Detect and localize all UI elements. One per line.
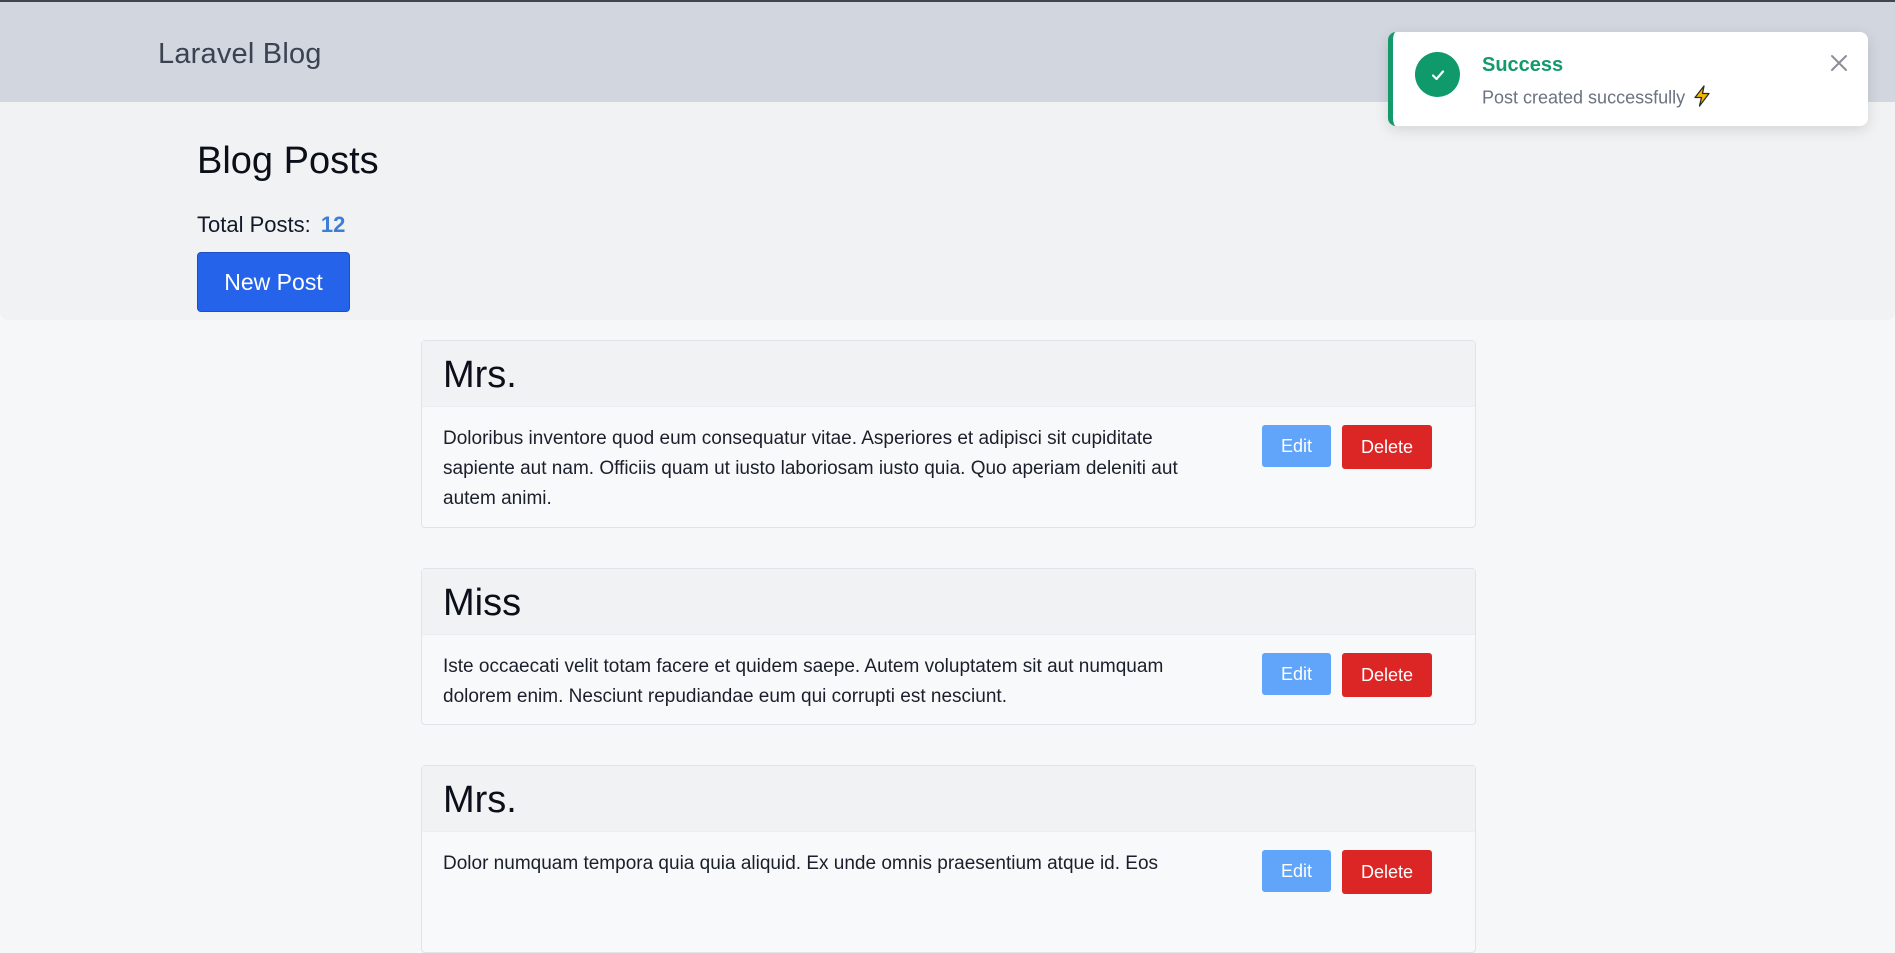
post-header: Miss (422, 569, 1475, 635)
post-title: Miss (443, 582, 522, 624)
edit-button[interactable]: Edit (1262, 653, 1331, 695)
post-header: Mrs. (422, 341, 1475, 407)
post-card: Miss Iste occaecati velit totam facere e… (421, 568, 1476, 725)
post-text: Iste occaecati velit totam facere et qui… (443, 656, 1164, 707)
post-body: Iste occaecati velit totam facere et qui… (422, 635, 1475, 722)
post-body: Dolor numquam tempora quia quia aliquid.… (422, 832, 1475, 894)
post-card: Mrs. Doloribus inventore quod eum conseq… (421, 340, 1476, 528)
post-body: Doloribus inventore quod eum consequatur… (422, 407, 1475, 524)
total-posts-count: 12 (320, 212, 346, 237)
toast-message-text: Post created successfully (1482, 87, 1686, 108)
delete-button[interactable]: Delete (1342, 653, 1432, 697)
post-text: Doloribus inventore quod eum consequatur… (443, 428, 1178, 509)
new-post-button[interactable]: New Post (197, 252, 350, 312)
post-title: Mrs. (443, 354, 517, 396)
total-posts-label: Total Posts: (197, 212, 311, 237)
page-header: Blog Posts Total Posts: 12 New Post (0, 102, 1895, 320)
check-icon (1415, 52, 1460, 97)
post-actions: Edit Delete (1262, 425, 1432, 469)
delete-button[interactable]: Delete (1342, 425, 1432, 469)
delete-button[interactable]: Delete (1342, 850, 1432, 894)
post-title: Mrs. (443, 779, 517, 821)
close-icon[interactable] (1828, 52, 1850, 74)
brand-link[interactable]: Laravel Blog (158, 38, 322, 71)
lightning-icon (1692, 85, 1712, 112)
post-actions: Edit Delete (1262, 653, 1432, 697)
total-posts: Total Posts: 12 (197, 212, 345, 238)
toast-message: Post created successfully (1482, 85, 1712, 112)
page-title: Blog Posts (197, 140, 379, 182)
post-header: Mrs. (422, 766, 1475, 832)
post-card: Mrs. Dolor numquam tempora quia quia ali… (421, 765, 1476, 953)
edit-button[interactable]: Edit (1262, 850, 1331, 892)
toast-title: Success (1482, 54, 1564, 76)
edit-button[interactable]: Edit (1262, 425, 1331, 467)
success-toast: Success Post created successfully (1388, 32, 1868, 126)
post-actions: Edit Delete (1262, 850, 1432, 894)
post-text: Dolor numquam tempora quia quia aliquid.… (443, 853, 1159, 874)
